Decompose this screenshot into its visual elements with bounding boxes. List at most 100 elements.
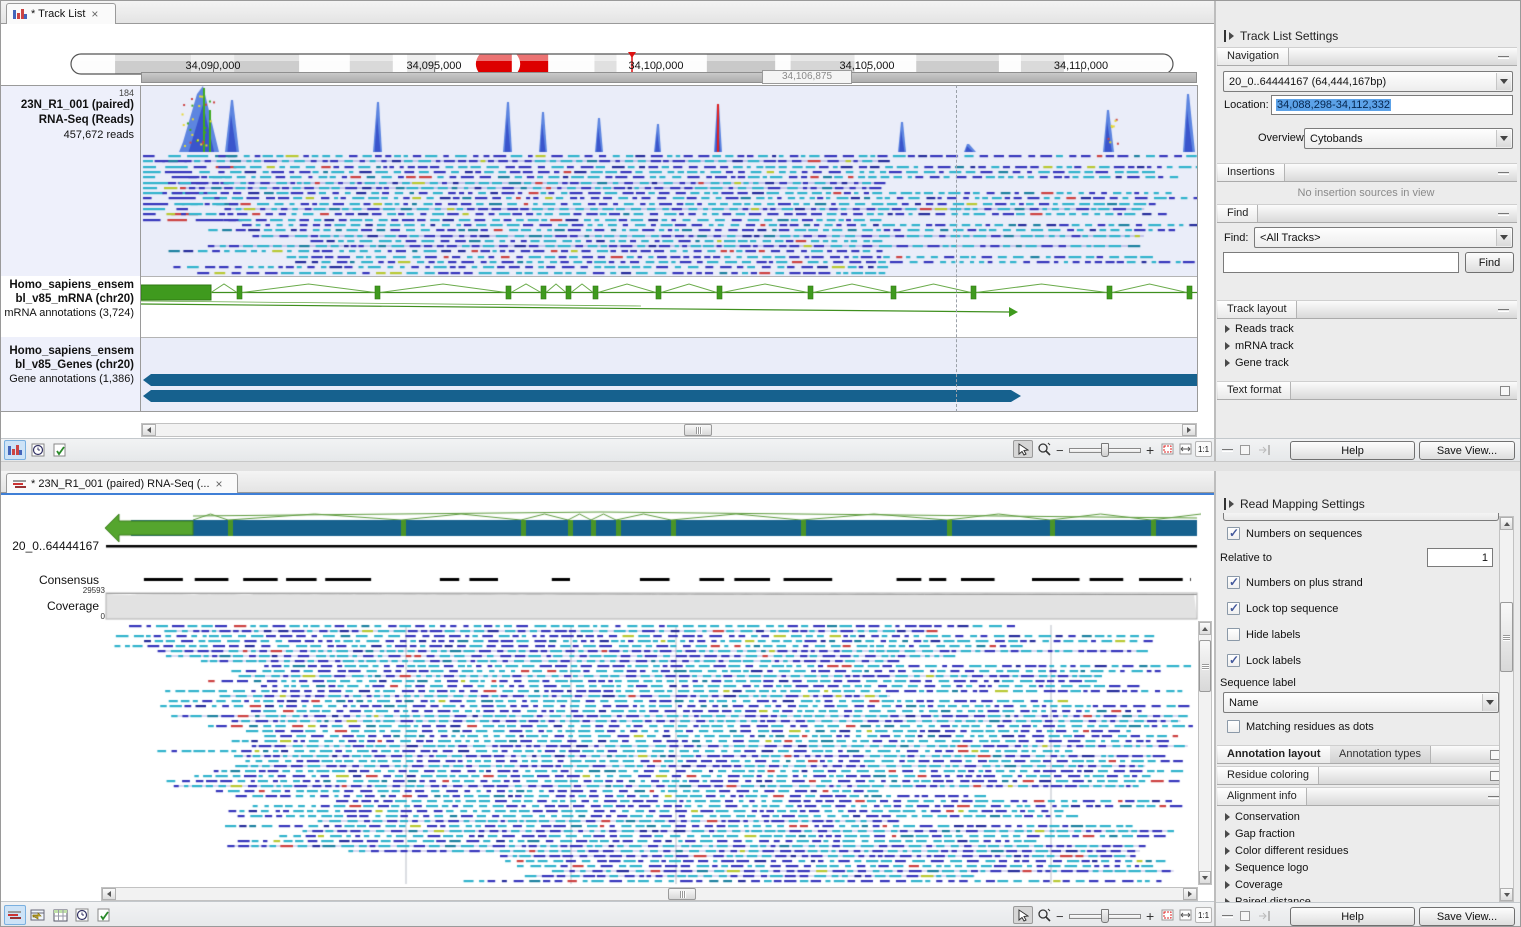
horizontal-scrollbar[interactable] [141, 423, 1197, 437]
reads-track-expander[interactable]: Reads track [1225, 323, 1294, 335]
scroll-left-icon[interactable] [142, 424, 156, 436]
export-table-icon[interactable] [27, 905, 49, 925]
track-list-view-icon[interactable] [4, 440, 26, 460]
mrna-track[interactable] [141, 276, 1197, 337]
scrollbar-thumb[interactable] [1199, 640, 1211, 692]
help-button[interactable]: Help [1290, 907, 1415, 926]
find-button[interactable]: Find [1465, 252, 1514, 273]
zoom-out-icon[interactable]: − [1056, 909, 1064, 924]
cursor-tool-icon[interactable] [1013, 906, 1033, 924]
float-panel-icon[interactable] [1240, 911, 1250, 921]
vertical-scrollbar[interactable] [1198, 621, 1212, 885]
triangle-icon [1225, 325, 1230, 333]
coverage-label: Coverage [1, 599, 99, 613]
scrollbar-thumb[interactable] [684, 424, 712, 436]
scrollbar-thumb[interactable] [1500, 602, 1513, 672]
track-name: 23N_R1_001 (paired) [4, 99, 134, 111]
scroll-up-icon[interactable] [1500, 517, 1513, 530]
track-layout-group-header[interactable]: Track layout [1217, 300, 1517, 319]
scroll-left-icon[interactable] [102, 888, 116, 900]
range-strip[interactable] [141, 72, 1197, 83]
tab-read-mapping[interactable]: * 23N_R1_001 (paired) RNA-Seq (... × [6, 473, 238, 494]
collapse-sidebar-icon[interactable] [1222, 449, 1233, 452]
settings-header[interactable]: Track List Settings [1224, 29, 1338, 43]
track-list-settings-panel: Track List Settings Navigation 20_0..644… [1216, 1, 1521, 461]
zoom-to-selection-icon[interactable] [1159, 907, 1176, 923]
float-panel-icon[interactable] [1240, 445, 1250, 455]
scroll-down-icon[interactable] [1500, 888, 1513, 901]
element-info-icon[interactable] [49, 440, 71, 460]
reads-track[interactable] [141, 85, 1197, 276]
navigation-group-header[interactable]: Navigation [1217, 47, 1517, 66]
cursor-tool-icon[interactable] [1013, 440, 1033, 458]
dock-panel-icon[interactable] [1258, 911, 1270, 921]
panel-splitter[interactable] [1, 461, 1521, 471]
save-view-button[interactable]: Save View... [1419, 907, 1515, 926]
gene-track-expander[interactable]: Gene track [1225, 357, 1289, 369]
fit-width-icon[interactable] [1177, 441, 1194, 457]
residue-coloring-group-header[interactable]: Residue coloring [1217, 766, 1507, 785]
zoom-out-icon[interactable]: − [1056, 443, 1064, 458]
fit-width-icon[interactable] [1177, 907, 1194, 923]
close-icon[interactable]: × [214, 477, 225, 491]
sequence-logo-expander[interactable]: Sequence logo [1225, 862, 1308, 874]
settings-scrollbar[interactable] [1499, 516, 1514, 902]
genome-select[interactable]: 20_0..64444167 (64,444,167bp) [1223, 71, 1513, 92]
history-view-icon[interactable] [27, 440, 49, 460]
mrna-track-expander[interactable]: mRNA track [1225, 340, 1294, 352]
scroll-down-icon[interactable] [1199, 871, 1211, 884]
relative-to-input[interactable]: 1 [1427, 548, 1493, 567]
close-icon[interactable]: × [89, 7, 100, 21]
location-input[interactable]: 34,088,298-34,112,332 [1271, 95, 1513, 115]
coverage-expander[interactable]: Coverage [1225, 879, 1283, 891]
conservation-expander[interactable]: Conservation [1225, 811, 1300, 823]
tab-track-list[interactable]: * Track List × [6, 3, 116, 24]
zoom-tool-icon[interactable] [1034, 440, 1054, 458]
hide-labels-checkbox[interactable] [1227, 628, 1240, 641]
scrollbar-thumb[interactable] [668, 888, 696, 900]
find-group-header[interactable]: Find [1217, 204, 1517, 223]
annotation-group-header[interactable]: Annotation layout Annotation types [1217, 745, 1507, 764]
numbers-on-sequences-checkbox[interactable] [1227, 527, 1240, 540]
sequence-label-select[interactable]: Name [1223, 692, 1499, 713]
settings-header[interactable]: Read Mapping Settings [1224, 497, 1365, 511]
collapse-sidebar-icon[interactable] [1222, 915, 1233, 918]
zoom-in-icon[interactable]: + [1146, 908, 1154, 924]
gene-track[interactable] [141, 337, 1197, 412]
read-mapping-icon [13, 479, 27, 490]
color-different-residues-expander[interactable]: Color different residues [1225, 845, 1349, 857]
zoom-in-icon[interactable]: + [1146, 442, 1154, 458]
insertions-group-header[interactable]: Insertions [1217, 163, 1517, 182]
matching-residues-checkbox[interactable] [1227, 720, 1240, 733]
zoom-to-selection-icon[interactable] [1159, 441, 1176, 457]
help-button[interactable]: Help [1290, 441, 1415, 460]
dock-panel-icon[interactable] [1258, 445, 1270, 455]
zoom-slider-thumb[interactable] [1101, 443, 1109, 457]
overview-select[interactable]: Cytobands [1304, 128, 1513, 149]
zoom-tool-icon[interactable] [1034, 906, 1054, 924]
lock-labels-checkbox[interactable] [1227, 654, 1240, 667]
scroll-up-icon[interactable] [1199, 622, 1211, 635]
clipped-dropdown[interactable] [1223, 513, 1499, 521]
element-info-icon[interactable] [93, 905, 115, 925]
save-view-button[interactable]: Save View... [1419, 441, 1515, 460]
history-view-icon[interactable] [71, 905, 93, 925]
one-to-one-icon[interactable]: 1:1 [1195, 907, 1212, 923]
gap-fraction-expander[interactable]: Gap fraction [1225, 828, 1295, 840]
horizontal-scrollbar[interactable] [101, 887, 1198, 901]
read-mapping-view-icon[interactable] [4, 905, 26, 925]
lock-top-sequence-checkbox[interactable] [1227, 602, 1240, 615]
chevron-down-icon [1486, 700, 1494, 705]
read-mapping-canvas[interactable] [101, 506, 1201, 886]
read-mapping-toolbar: − + 1:1 [1, 901, 1214, 927]
text-format-group-header[interactable]: Text format [1217, 381, 1517, 400]
scroll-right-icon[interactable] [1183, 888, 1197, 900]
zoom-slider-thumb[interactable] [1101, 909, 1109, 923]
find-input[interactable] [1223, 252, 1459, 273]
table-view-icon[interactable] [49, 905, 71, 925]
scroll-right-icon[interactable] [1182, 424, 1196, 436]
one-to-one-icon[interactable]: 1:1 [1195, 441, 1212, 457]
alignment-info-group-header[interactable]: Alignment info [1217, 787, 1507, 806]
numbers-on-plus-strand-checkbox[interactable] [1227, 576, 1240, 589]
find-scope-select[interactable]: <All Tracks> [1254, 227, 1513, 248]
